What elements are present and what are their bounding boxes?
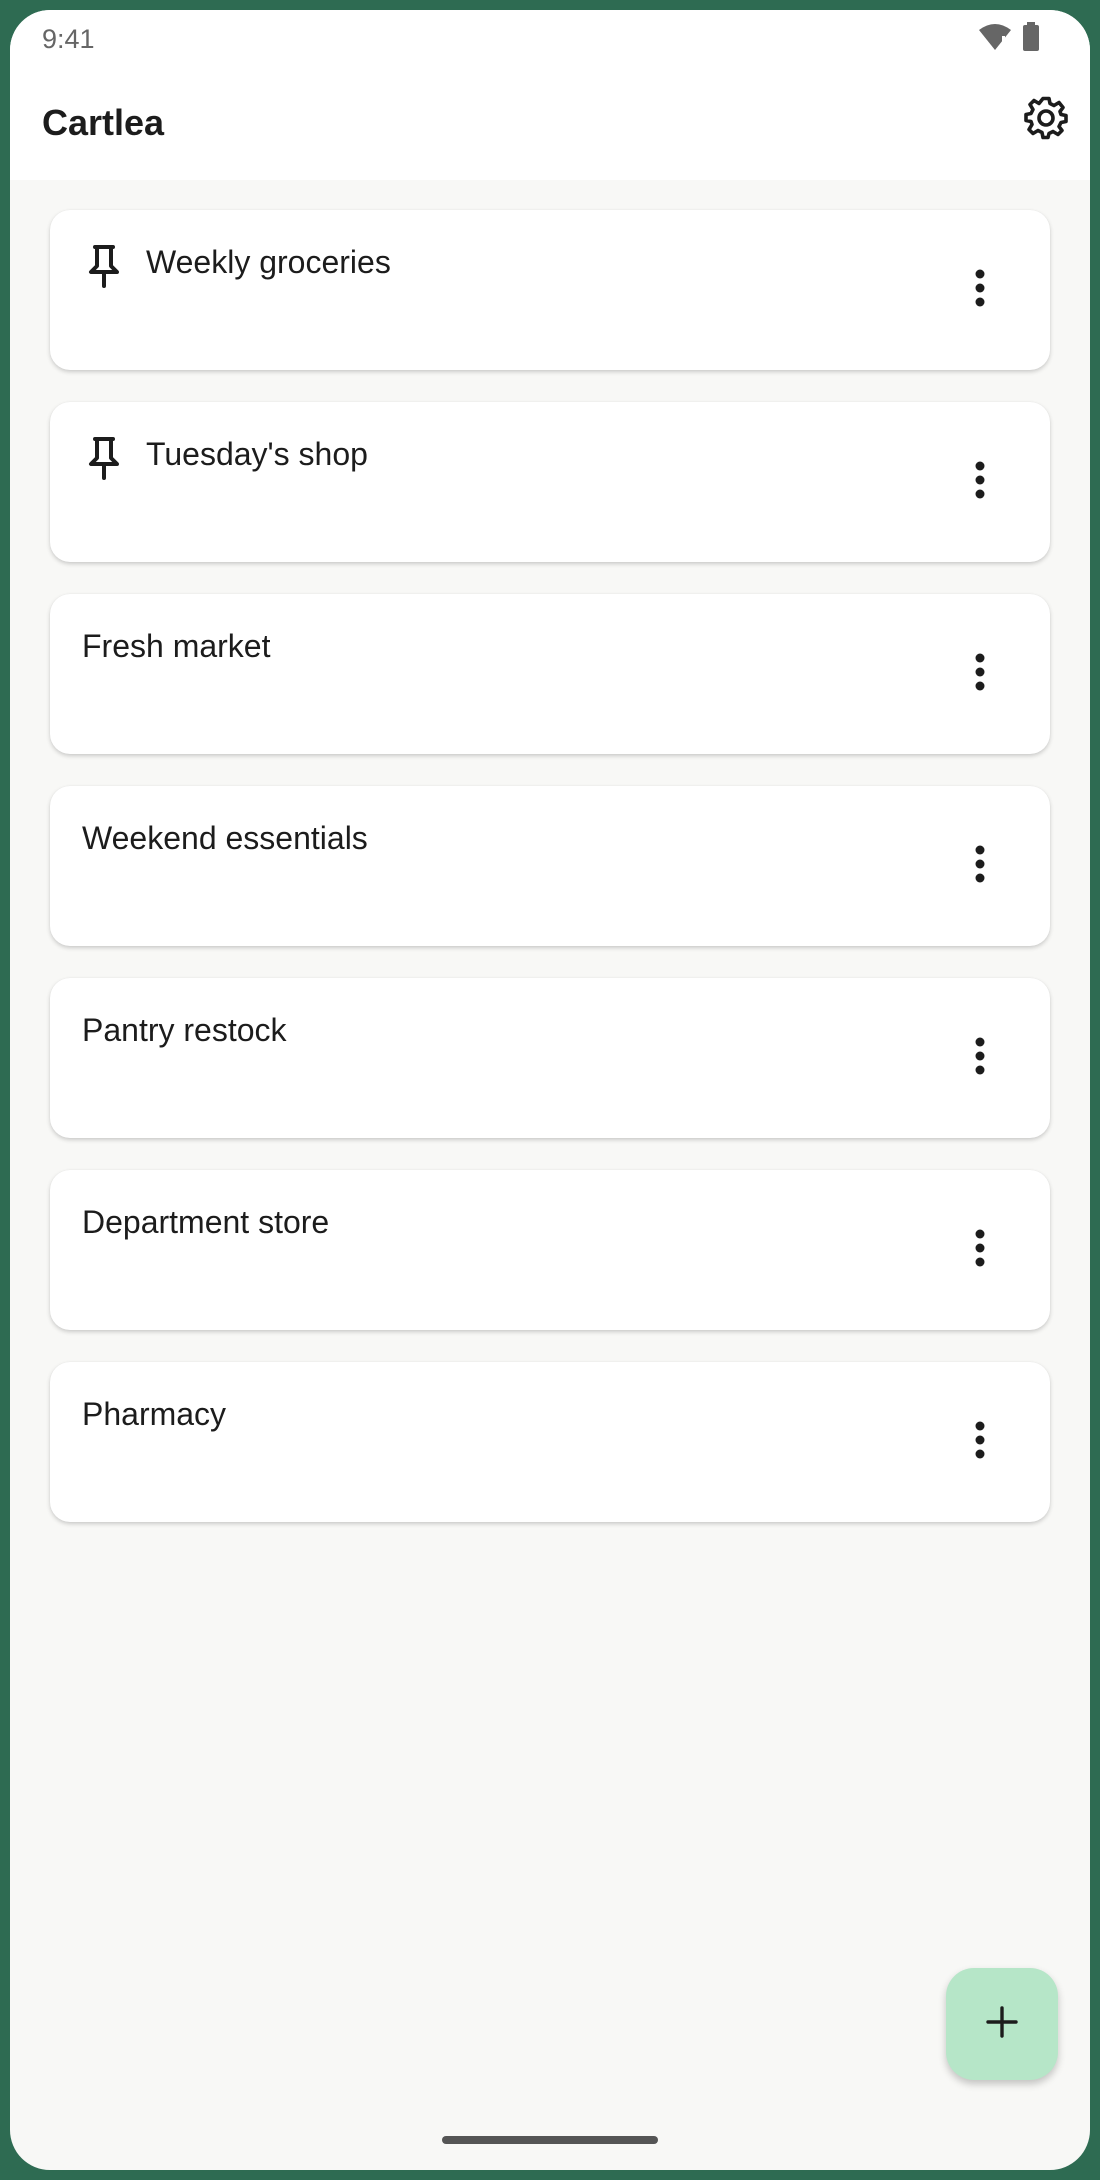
more-options-button[interactable] [960,1226,1000,1274]
pin-icon [86,436,122,480]
more-options-button[interactable] [960,842,1000,890]
list-title: Department store [82,1204,330,1240]
gesture-nav-handle[interactable] [442,2136,658,2144]
plus-icon [985,2005,1019,2044]
wifi-alert-icon [978,22,1012,57]
list-title: Pharmacy [82,1396,227,1432]
list-title: Pantry restock [82,1012,287,1048]
add-list-button[interactable] [946,1968,1058,2080]
list-title: Tuesday's shop [146,436,368,472]
pin-icon [86,244,122,288]
app-title: Cartlea [42,102,165,143]
app-bar: Cartlea [10,64,1090,180]
list-card[interactable]: Weekend essentials [50,786,1050,946]
list-card[interactable]: Fresh market [50,594,1050,754]
more-options-button[interactable] [960,458,1000,506]
shopping-lists: Weekly groceries Tuesday's shop Fresh ma… [50,210,1050,1554]
settings-button[interactable] [1018,92,1074,148]
list-title: Weekly groceries [146,244,391,280]
more-vert-icon [975,652,985,697]
more-vert-icon [975,1228,985,1273]
list-card[interactable]: Tuesday's shop [50,402,1050,562]
battery-icon [1022,22,1040,57]
list-card[interactable]: Weekly groceries [50,210,1050,370]
more-options-button[interactable] [960,650,1000,698]
list-title: Fresh market [82,628,271,664]
list-card[interactable]: Department store [50,1170,1050,1330]
gear-icon [1024,96,1068,145]
more-vert-icon [975,268,985,313]
more-vert-icon [975,844,985,889]
more-options-button[interactable] [960,1034,1000,1082]
list-card[interactable]: Pantry restock [50,978,1050,1138]
more-options-button[interactable] [960,266,1000,314]
app-screen: 9:41 Cartlea Weekly groceries Tuesday's … [10,10,1090,2170]
more-vert-icon [975,1420,985,1465]
more-vert-icon [975,460,985,505]
more-options-button[interactable] [960,1418,1000,1466]
list-title: Weekend essentials [82,820,368,856]
status-icons [978,22,1040,57]
status-time: 9:41 [42,24,95,54]
list-card[interactable]: Pharmacy [50,1362,1050,1522]
more-vert-icon [975,1036,985,1081]
status-bar: 9:41 [10,10,1090,64]
